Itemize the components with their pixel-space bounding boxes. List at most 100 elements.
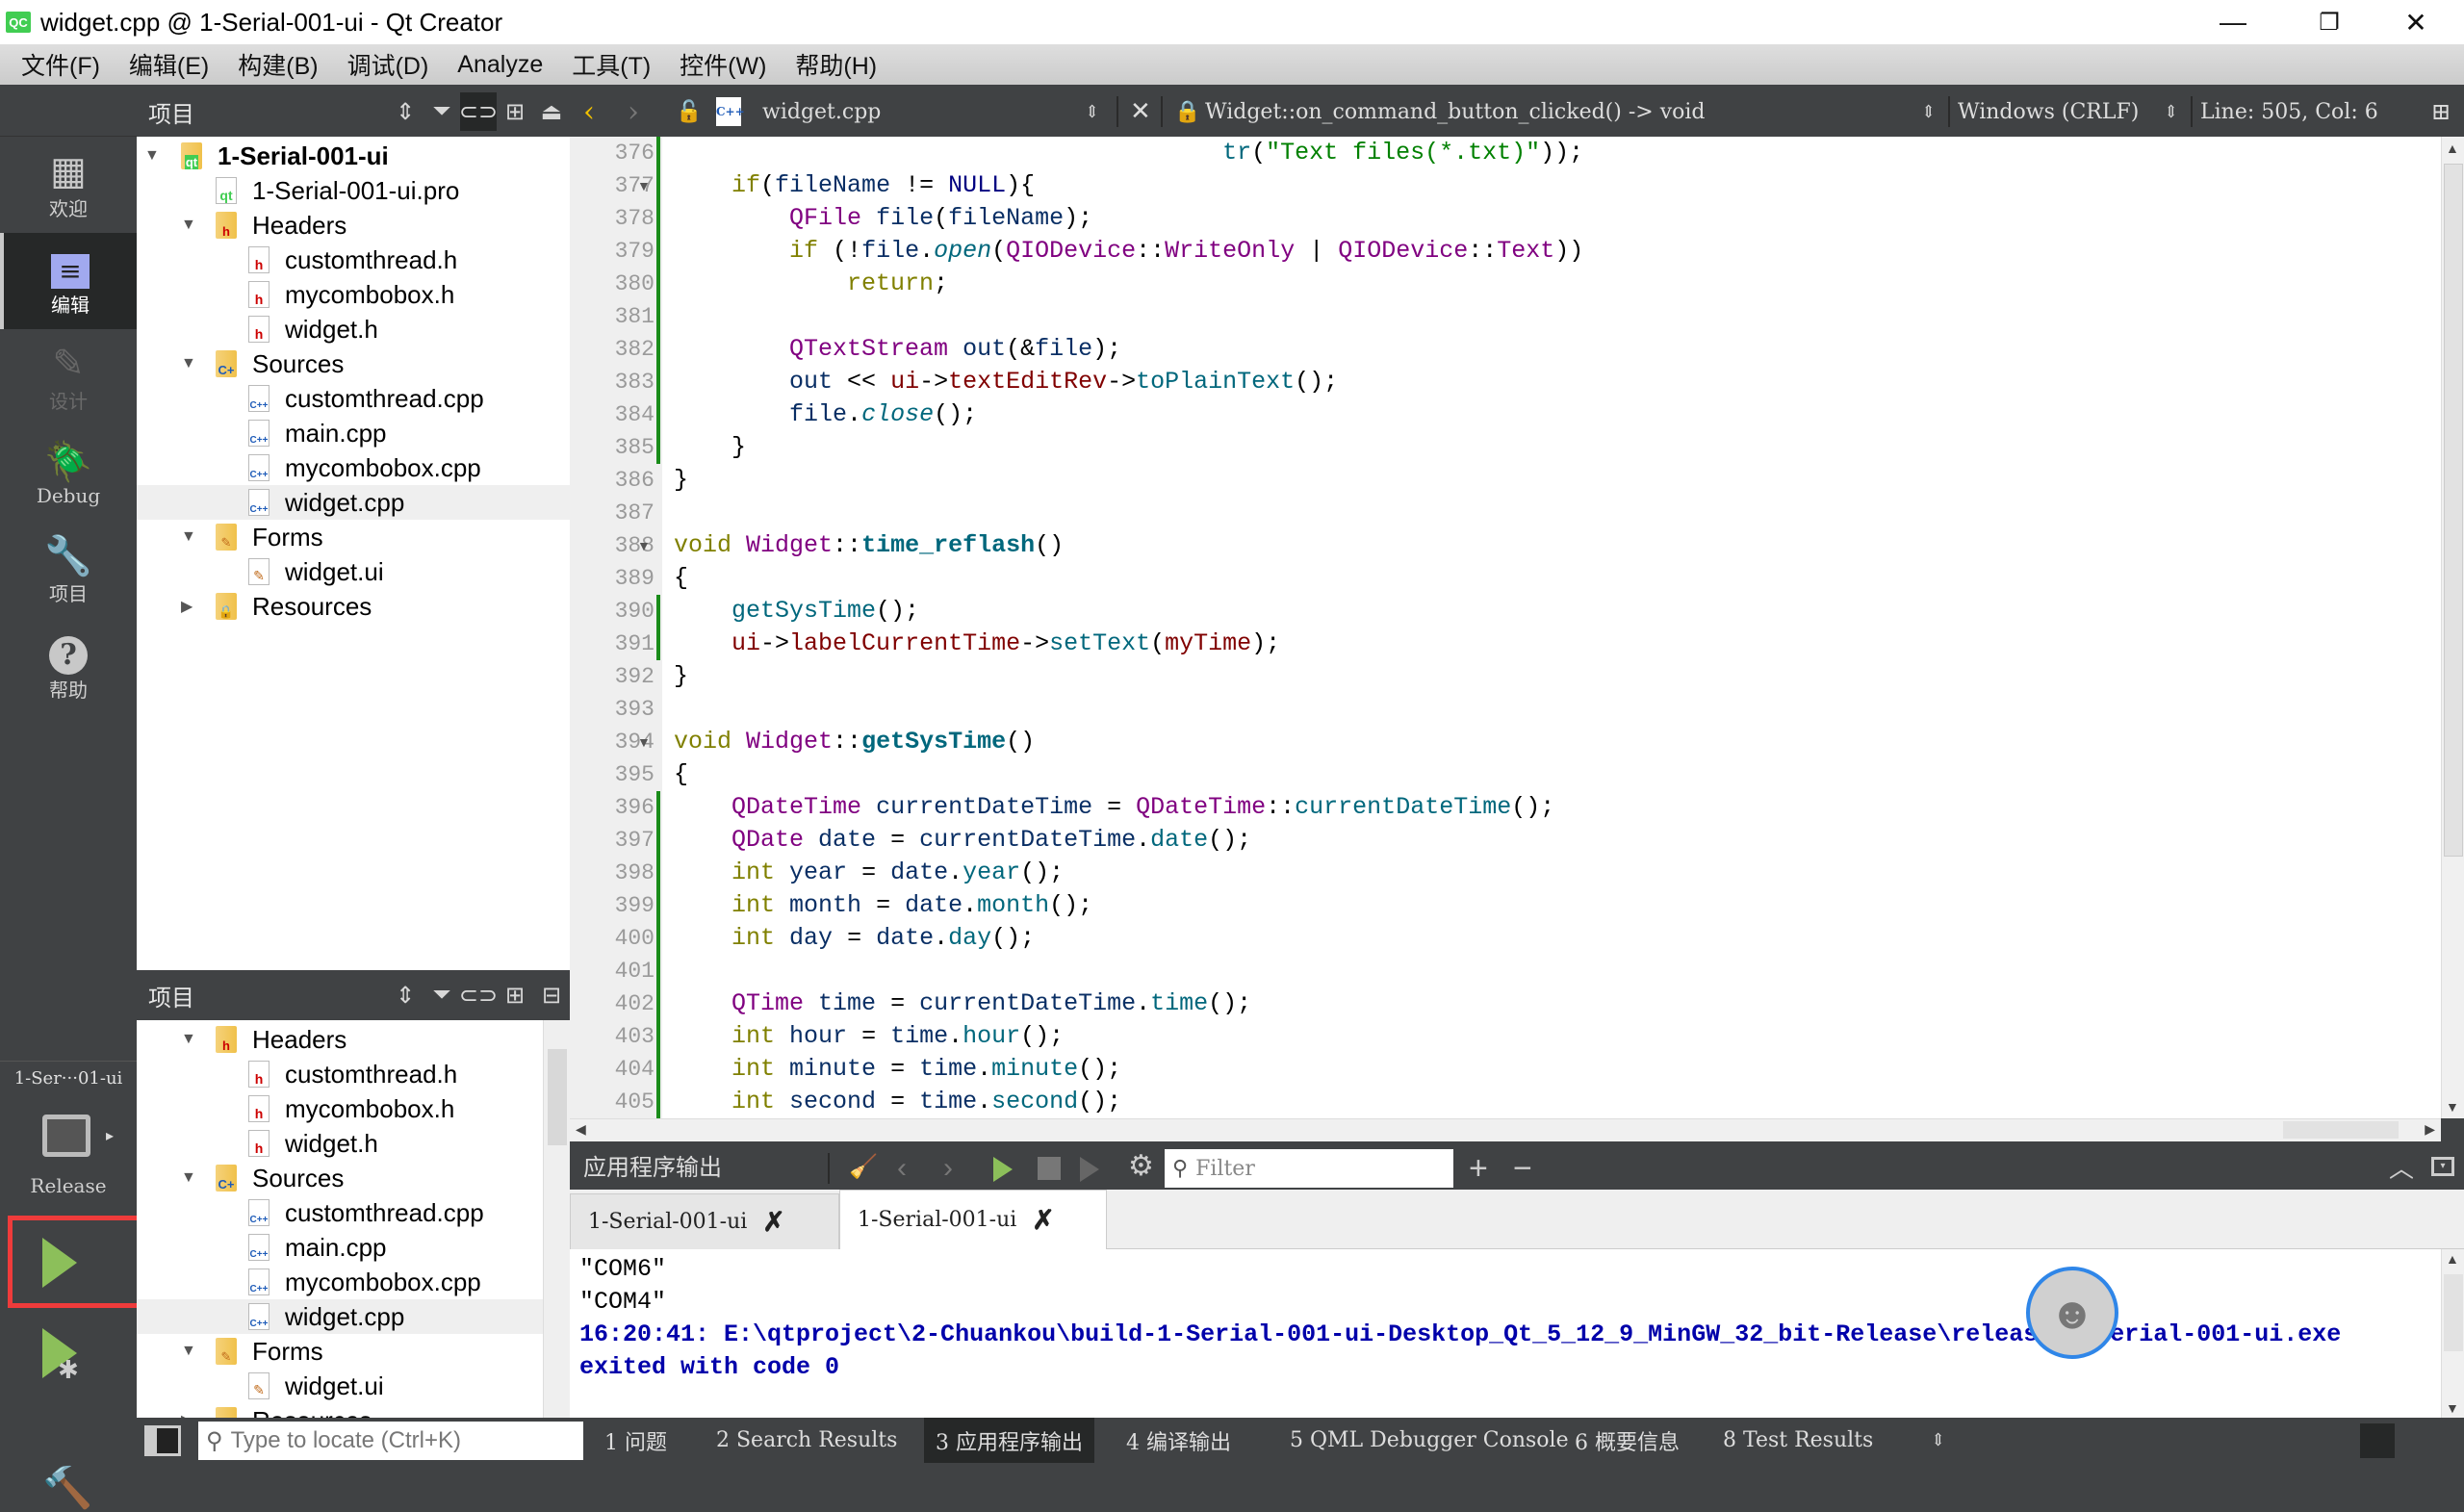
tree-item[interactable]: h mycombobox.h xyxy=(137,1091,570,1126)
more-panes-updown-icon[interactable]: ⇕ xyxy=(1919,1418,1957,1463)
close-pane-icon[interactable]: ⊟ xyxy=(533,976,570,1014)
output-pane-search-results[interactable]: 2 Search Results xyxy=(705,1418,909,1463)
application-output-text[interactable]: "COM6" "COM4" 16:20:41: E:\qtproject\2-Chu… xyxy=(570,1249,2441,1418)
close-tab-icon[interactable]: ✗ xyxy=(1032,1204,1054,1236)
build-hammer-button[interactable]: 🔨 xyxy=(42,1465,92,1512)
attach-debugger-button[interactable] xyxy=(1080,1157,1099,1182)
expanded-arrow-icon[interactable]: ▼ xyxy=(144,147,160,165)
zoom-out-button[interactable]: − xyxy=(1513,1147,1532,1190)
clear-output-icon[interactable]: 🧹 xyxy=(849,1153,878,1181)
tree-item[interactable]: C++ mycombobox.cpp xyxy=(137,1265,570,1299)
zoom-in-button[interactable]: + xyxy=(1469,1147,1488,1190)
cursor-position[interactable]: Line: 505, Col: 6 xyxy=(2200,87,2378,137)
line-ending-updown-icon[interactable]: ⇕ xyxy=(2164,87,2178,137)
menu-file[interactable]: 文件(F) xyxy=(21,47,100,82)
mode-debug[interactable]: 🪲 Debug xyxy=(0,425,137,522)
fold-marker-icon[interactable]: ▼ xyxy=(637,169,651,202)
close-pane-icon[interactable]: ⏏ xyxy=(533,92,570,131)
tree-item[interactable]: h customthread.h xyxy=(137,1057,570,1091)
project-tree-2-scrollbar[interactable] xyxy=(543,1020,570,1418)
menu-help[interactable]: 帮助(H) xyxy=(795,47,877,82)
collapsed-arrow-icon[interactable]: ▶ xyxy=(181,1411,192,1418)
symbol-selector[interactable]: Widget::on_command_button_clicked() -> v… xyxy=(1205,87,1706,137)
fold-marker-icon[interactable]: ▼ xyxy=(637,726,651,758)
menu-tools[interactable]: 工具(T) xyxy=(572,47,651,82)
mode-design[interactable]: ✎ 设计 xyxy=(0,329,137,425)
open-document-selector[interactable]: widget.cpp xyxy=(762,87,881,137)
mode-help[interactable]: ? 帮助 xyxy=(0,618,137,714)
output-filter-input[interactable]: ⚲ Filter xyxy=(1165,1149,1453,1188)
kit-selector-monitor-icon[interactable] xyxy=(42,1115,90,1157)
output-pane-issues[interactable]: 1 问题 xyxy=(593,1418,679,1463)
tree-item[interactable]: ▼ h Headers xyxy=(137,1022,570,1057)
prev-item-button[interactable]: ‹ xyxy=(897,1147,907,1190)
symbol-selector-updown-icon[interactable]: ⇕ xyxy=(1921,87,1936,137)
tree-item[interactable]: C++ customthread.cpp xyxy=(137,381,570,416)
editor-horizontal-scrollbar[interactable]: ◀ ▶ xyxy=(570,1118,2441,1141)
next-item-button[interactable]: › xyxy=(943,1147,953,1190)
mode-edit[interactable]: ≡ 编辑 xyxy=(0,233,137,329)
tree-item[interactable]: qt 1-Serial-001-ui.pro xyxy=(137,173,570,208)
output-tab-active[interactable]: 1-Serial-001-ui ✗ xyxy=(839,1190,1107,1249)
go-forward-button[interactable]: › xyxy=(628,87,639,137)
run-button[interactable] xyxy=(42,1238,77,1288)
expanded-arrow-icon[interactable]: ▼ xyxy=(181,217,196,234)
view-selector-updown-icon[interactable]: ⇕ xyxy=(387,976,424,1014)
sync-link-icon[interactable]: ⊂⊃ xyxy=(459,976,498,1014)
tree-item[interactable]: ▶ 🔒 Resources xyxy=(137,1403,570,1418)
tree-item[interactable]: h customthread.h xyxy=(137,243,570,277)
tree-item[interactable]: ▼ qt 1-Serial-001-ui xyxy=(137,139,570,173)
menu-edit[interactable]: 编辑(E) xyxy=(129,47,209,82)
mode-welcome[interactable]: ▦ 欢迎 xyxy=(0,137,137,233)
floating-assistant-avatar[interactable]: ☻ xyxy=(2026,1267,2118,1359)
tree-item[interactable]: ▼ ✎ Forms xyxy=(137,1334,570,1369)
menu-debug[interactable]: 调试(D) xyxy=(347,47,429,82)
tree-item[interactable]: C++ widget.cpp xyxy=(137,1299,570,1334)
tree-item[interactable]: ▶ 🔒 Resources xyxy=(137,589,570,624)
expanded-arrow-icon[interactable]: ▼ xyxy=(181,1343,196,1360)
tree-item[interactable]: C++ main.cpp xyxy=(137,1230,570,1265)
tree-item[interactable]: ▼ C+ Sources xyxy=(137,1161,570,1195)
split-pane-icon[interactable]: ⊞ xyxy=(497,92,533,131)
close-output-pane-icon[interactable]: ▾ xyxy=(2431,1157,2454,1176)
line-ending-selector[interactable]: Windows (CRLF) xyxy=(1958,87,2139,137)
sync-link-icon[interactable]: ⊂⊃ xyxy=(459,92,498,131)
menu-build[interactable]: 构建(B) xyxy=(238,47,318,82)
editor-vertical-scrollbar[interactable]: ▲ ▼ xyxy=(2441,137,2464,1118)
stop-button[interactable] xyxy=(1038,1157,1061,1180)
project-view-selector-2[interactable]: 项目 xyxy=(148,979,387,1012)
locator-input[interactable]: ⚲ Type to locate (Ctrl+K) xyxy=(198,1422,583,1460)
kit-expand-arrow-icon[interactable]: ▸ xyxy=(106,1126,114,1145)
split-editor-icon[interactable]: ⊞ xyxy=(2431,87,2451,137)
output-pane-qml-debugger-console[interactable]: 5 QML Debugger Console xyxy=(1278,1418,1580,1463)
tree-item[interactable]: C++ customthread.cpp xyxy=(137,1195,570,1230)
progress-details-icon[interactable] xyxy=(2360,1423,2395,1458)
expanded-arrow-icon[interactable]: ▼ xyxy=(181,1169,196,1187)
menu-widgets[interactable]: 控件(W) xyxy=(680,47,766,82)
rerun-button[interactable] xyxy=(993,1157,1013,1182)
mode-projects[interactable]: 🔧 项目 xyxy=(0,522,137,618)
close-tab-icon[interactable]: ✗ xyxy=(762,1206,784,1238)
tree-item[interactable]: ✎ widget.ui xyxy=(137,554,570,589)
menu-analyze[interactable]: Analyze xyxy=(457,51,543,79)
view-selector-updown-icon[interactable]: ⇕ xyxy=(387,92,424,131)
restore-button[interactable]: ❐ xyxy=(2286,0,2373,44)
tree-item[interactable]: C++ main.cpp xyxy=(137,416,570,450)
fold-marker-icon[interactable]: ▼ xyxy=(637,529,651,562)
expanded-arrow-icon[interactable]: ▼ xyxy=(181,1031,196,1048)
settings-gear-icon[interactable]: ⚙ xyxy=(1128,1149,1154,1183)
close-document-button[interactable]: ✕ xyxy=(1130,87,1151,137)
toggle-sidebar-icon[interactable] xyxy=(144,1425,181,1456)
output-pane-general-messages[interactable]: 6 概要信息 xyxy=(1563,1418,1691,1463)
tree-item[interactable]: ▼ ✎ Forms xyxy=(137,520,570,554)
split-pane-icon[interactable]: ⊞ xyxy=(497,976,533,1014)
document-selector-updown-icon[interactable]: ⇕ xyxy=(1085,87,1099,137)
tree-item[interactable]: C++ mycombobox.cpp xyxy=(137,450,570,485)
expanded-arrow-icon[interactable]: ▼ xyxy=(181,528,196,546)
tree-item[interactable]: h mycombobox.h xyxy=(137,277,570,312)
tree-item[interactable]: ▼ h Headers xyxy=(137,208,570,243)
close-window-button[interactable]: ✕ xyxy=(2373,0,2459,44)
output-scrollbar[interactable]: ▲ ▼ xyxy=(2441,1249,2464,1418)
collapsed-arrow-icon[interactable]: ▶ xyxy=(181,597,192,616)
expanded-arrow-icon[interactable]: ▼ xyxy=(181,355,196,372)
